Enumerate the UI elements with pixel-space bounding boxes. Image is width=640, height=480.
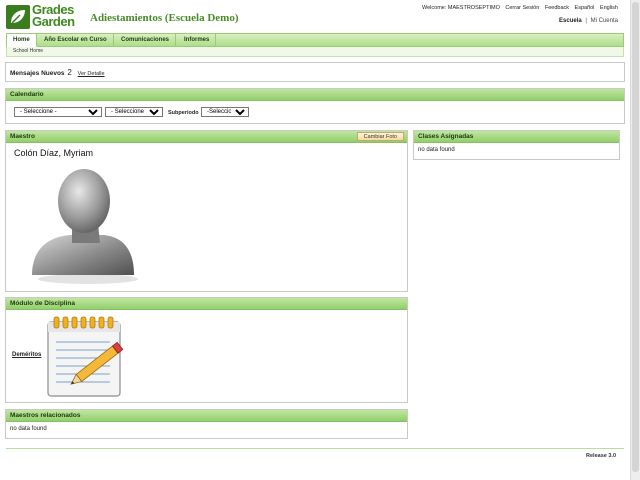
- tab-ano-escolar[interactable]: Año Escolar en Curso: [38, 34, 114, 47]
- messages-detail-link[interactable]: Ver Detalle: [78, 71, 105, 77]
- calendar-panel: Calendario - Seleccione - - Seleccione -…: [5, 88, 625, 124]
- feedback-link[interactable]: Feedback: [545, 5, 569, 11]
- main-nav: Home Año Escolar en Curso Comunicaciones…: [6, 33, 624, 47]
- messages-label: Mensajes Nuevos: [10, 70, 65, 77]
- tab-informes[interactable]: Informes: [178, 34, 217, 47]
- grades-garden-logo[interactable]: Grades Garden: [6, 3, 86, 31]
- welcome-text: Welcome: MAESTROSEPTIMO: [422, 5, 500, 11]
- subnav-school-home[interactable]: School Home: [6, 47, 624, 57]
- relacionados-panel: Maestros relacionados no data found: [5, 409, 408, 439]
- relacionados-title: Maestros relacionados: [6, 410, 407, 422]
- release-version: Release 3.0: [586, 453, 616, 459]
- clases-panel: Clases Asignadas no data found: [413, 130, 620, 160]
- calendar-select-2[interactable]: - Seleccione -: [105, 107, 163, 117]
- subperiodo-label: Subperiodo: [168, 110, 199, 116]
- messages-bar: Mensajes Nuevos 2 Ver Detalle: [5, 62, 625, 82]
- disciplina-title: Módulo de Disciplina: [6, 298, 407, 310]
- messages-count: 2: [67, 68, 72, 77]
- scrollbar-thumb[interactable]: [632, 2, 639, 472]
- change-photo-button[interactable]: Cambiar Foto: [356, 132, 404, 141]
- teacher-name: Colón Díaz, Myriam: [14, 148, 94, 158]
- account-links: Escuela | Mi Cuenta: [559, 18, 618, 24]
- disciplina-panel: Módulo de Disciplina Deméritos: [5, 297, 408, 403]
- app-title: Adiestamientos (Escuela Demo): [90, 12, 239, 24]
- top-links: Welcome: MAESTROSEPTIMO Cerrar Sesión Fe…: [418, 5, 618, 11]
- notepad-pencil-icon[interactable]: [44, 316, 130, 400]
- tab-comunicaciones[interactable]: Comunicaciones: [115, 34, 177, 47]
- footer-divider: [6, 448, 624, 449]
- account-separator: |: [585, 18, 587, 24]
- logout-link[interactable]: Cerrar Sesión: [505, 5, 539, 11]
- calendar-select-1[interactable]: - Seleccione -: [14, 107, 102, 117]
- clases-title: Clases Asignadas: [414, 131, 619, 143]
- relacionados-empty-text: no data found: [10, 426, 47, 432]
- english-link[interactable]: English: [600, 5, 618, 11]
- clases-empty-text: no data found: [418, 147, 455, 153]
- logo-text-bottom: Garden: [32, 14, 75, 29]
- logo-leaf-icon: [6, 5, 30, 29]
- tab-home[interactable]: Home: [7, 34, 37, 47]
- vertical-scrollbar[interactable]: [630, 0, 640, 480]
- demeritos-link[interactable]: Deméritos: [12, 352, 41, 358]
- maestro-panel: Maestro Cambiar Foto Colón Díaz, Myriam: [5, 130, 408, 292]
- school-link[interactable]: Escuela: [559, 18, 582, 24]
- avatar-silhouette-icon: [32, 169, 138, 284]
- app-frame: Grades Garden Adiestamientos (Escuela De…: [0, 0, 630, 480]
- subperiodo-select[interactable]: -Seleccione -: [201, 107, 249, 117]
- my-account-link[interactable]: Mi Cuenta: [591, 18, 618, 24]
- espanol-link[interactable]: Español: [575, 5, 595, 11]
- calendar-title: Calendario: [6, 89, 624, 101]
- maestro-title: Maestro: [10, 133, 35, 140]
